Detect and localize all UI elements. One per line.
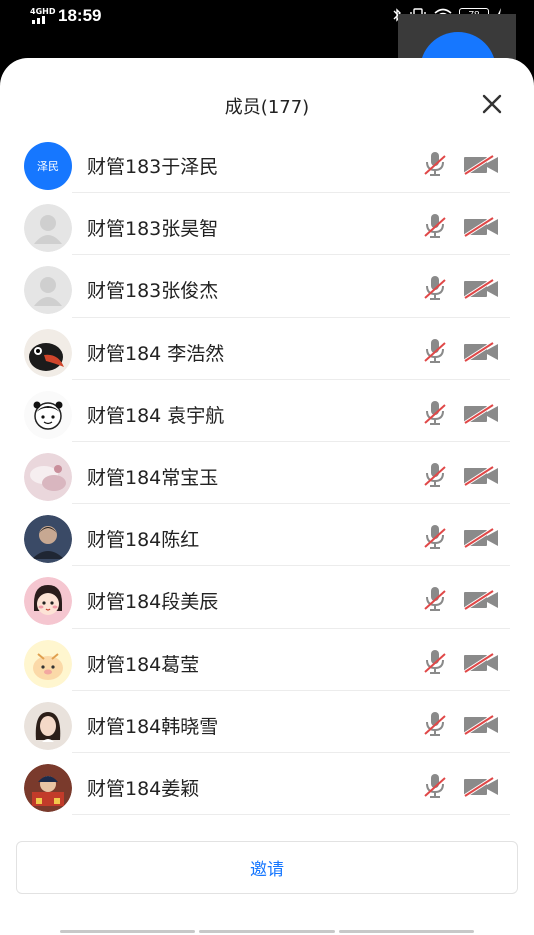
mic-muted-icon[interactable]: [423, 274, 447, 302]
mic-muted-icon[interactable]: [423, 523, 447, 551]
camera-off-icon[interactable]: [463, 340, 499, 363]
avatar: [24, 204, 72, 253]
member-name: 财管183张俊杰: [87, 280, 219, 303]
member-name: 财管183于泽民: [87, 156, 219, 178]
member-name: 财管184姜颖: [87, 777, 200, 800]
member-name: 财管184韩晓雪: [87, 715, 219, 738]
member-row[interactable]: 财管183张俊杰: [0, 254, 534, 318]
member-row[interactable]: 财管184 李浩然: [0, 317, 534, 380]
avatar: [24, 701, 72, 750]
member-name: 财管184 李浩然: [87, 342, 225, 365]
members-sheet: 成员(177) 泽民 财管183于泽民 财管183张昊智 财管183张俊杰 财管…: [0, 58, 534, 935]
member-name: 财管184 袁宇航: [87, 404, 225, 427]
mic-muted-icon[interactable]: [423, 150, 447, 178]
invite-label: 邀请: [250, 860, 284, 880]
invite-button[interactable]: 邀请: [16, 841, 518, 894]
camera-off-icon[interactable]: [463, 278, 499, 301]
camera-off-icon[interactable]: [463, 154, 499, 176]
camera-off-icon[interactable]: [463, 527, 499, 549]
mic-muted-icon[interactable]: [423, 585, 447, 613]
member-row[interactable]: 财管184葛莹: [0, 628, 534, 691]
member-name: 财管184段美辰: [87, 591, 219, 614]
member-row[interactable]: 财管184 袁宇航: [0, 379, 534, 442]
camera-off-icon[interactable]: [463, 651, 499, 674]
avatar: [24, 390, 72, 439]
avatar: [24, 452, 72, 501]
camera-off-icon[interactable]: [463, 465, 499, 487]
avatar: [24, 639, 72, 688]
avatar: [24, 577, 72, 626]
status-time: 18:59: [58, 6, 102, 25]
member-row[interactable]: 财管183张昊智: [0, 192, 534, 256]
sheet-title: 成员(177): [224, 97, 310, 118]
member-row[interactable]: 财管184常宝玉: [0, 441, 534, 505]
member-row[interactable]: 财管184韩晓雪: [0, 690, 534, 753]
member-row[interactable]: 财管184陈红: [0, 503, 534, 567]
network-type: 4GHD: [30, 7, 56, 16]
avatar: 泽民: [24, 142, 72, 190]
member-row[interactable]: 财管184姜颖: [0, 752, 534, 816]
camera-off-icon[interactable]: [463, 216, 499, 238]
mic-muted-icon[interactable]: [423, 648, 447, 676]
mic-muted-icon[interactable]: [423, 772, 447, 800]
avatar: [24, 763, 72, 812]
sheet-header: 成员(177): [0, 58, 534, 138]
camera-off-icon[interactable]: [463, 589, 499, 611]
camera-off-icon[interactable]: [463, 403, 499, 425]
member-row[interactable]: 泽民 财管183于泽民: [0, 130, 534, 194]
member-name: 财管184常宝玉: [87, 466, 219, 489]
avatar: [24, 266, 72, 315]
mic-muted-icon[interactable]: [423, 710, 447, 738]
camera-off-icon[interactable]: [463, 714, 499, 736]
member-list: 泽民 财管183于泽民 财管183张昊智 财管183张俊杰 财管184 李浩然 …: [0, 130, 534, 816]
avatar: [24, 328, 72, 377]
camera-off-icon[interactable]: [463, 776, 499, 798]
mic-muted-icon[interactable]: [423, 461, 447, 489]
member-name: 财管184葛莹: [87, 653, 200, 676]
avatar-initials: 泽民: [37, 160, 59, 173]
mic-muted-icon[interactable]: [423, 337, 447, 365]
member-name: 财管183张昊智: [87, 218, 219, 241]
member-name: 财管184陈红: [87, 529, 200, 552]
avatar: [24, 515, 72, 564]
mic-muted-icon[interactable]: [423, 212, 447, 240]
mic-muted-icon[interactable]: [423, 399, 447, 427]
member-row[interactable]: 财管184段美辰: [0, 565, 534, 629]
divider: [72, 814, 510, 816]
home-indicator: [60, 930, 474, 933]
signal-icon: 4GHD: [30, 7, 56, 24]
close-icon[interactable]: [480, 92, 504, 116]
